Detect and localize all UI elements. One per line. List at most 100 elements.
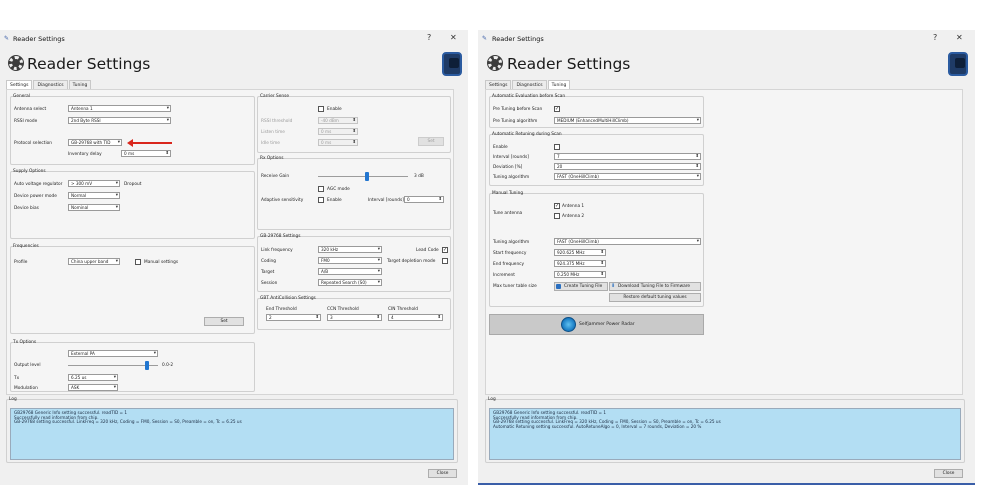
- window-title: Reader Settings: [13, 35, 65, 43]
- radar-label: Selfjammer Power Radar: [579, 322, 635, 327]
- rssi-threshold-input[interactable]: -40 dBm: [318, 117, 358, 124]
- tx-select[interactable]: 6.25 us: [68, 374, 118, 381]
- antenna1-label: Antenna 1: [562, 204, 585, 209]
- help-button[interactable]: ?: [933, 33, 937, 42]
- radar-icon: [561, 317, 576, 332]
- increment-label: Increment: [493, 273, 515, 278]
- pre-tuning-label: Pre Tuning before Scan: [493, 107, 543, 112]
- listen-time-input[interactable]: 0 ms: [318, 128, 358, 135]
- tab-tuning[interactable]: Tuning: [68, 80, 92, 89]
- cin-threshold-input[interactable]: 4: [388, 314, 443, 321]
- start-frequency-input[interactable]: 920.625 MHz: [554, 249, 606, 256]
- tab-diagnostics[interactable]: Diagnostics: [33, 80, 68, 89]
- tuning-algorithm-select[interactable]: FAST (OneHillClimb): [554, 173, 701, 180]
- window-close-button[interactable]: ✕: [956, 33, 963, 42]
- pre-tuning-algorithm-label: Pre Tuning algorithm: [493, 119, 538, 124]
- auto-before-scan-group: Automatic Evaluation before Scan Pre Tun…: [489, 94, 704, 128]
- agc-mode-checkbox[interactable]: [318, 186, 324, 192]
- output-level-slider-handle[interactable]: [145, 361, 149, 370]
- antenna-label: Antenna select: [14, 107, 47, 112]
- rssi-select[interactable]: 2nd Byte RSSI: [68, 117, 171, 124]
- manual-tuning-group: Manual Tuning Tune antenna ✓ Antenna 1 A…: [489, 191, 704, 307]
- antenna2-checkbox[interactable]: [554, 213, 560, 219]
- selfjammer-radar-button[interactable]: Selfjammer Power Radar: [489, 314, 704, 335]
- group-title: Carrier Sense: [260, 94, 290, 99]
- antenna-select[interactable]: Antenna 1: [68, 105, 171, 112]
- group-title: Tx Options: [13, 340, 37, 345]
- lead-code-checkbox[interactable]: ✓: [442, 247, 448, 253]
- retune-enable-label: Enable: [493, 145, 508, 150]
- link-frequency-select[interactable]: 320 kHz: [318, 246, 382, 253]
- log-group: Log GB29768 Generic Info setting success…: [485, 397, 965, 463]
- auto-during-scan-group: Automatic Retuning during Scan Enable In…: [489, 132, 704, 186]
- window-close-button[interactable]: ✕: [450, 33, 457, 42]
- profile-label: Profile: [14, 260, 28, 265]
- interval-input[interactable]: 7: [554, 153, 701, 160]
- pa-select[interactable]: External PA: [68, 350, 158, 357]
- close-button[interactable]: Close: [428, 469, 457, 478]
- log-output[interactable]: GB29768 Generic Info setting successful.…: [489, 408, 961, 460]
- tx-options-group: Tx Options External PA Output level 0.0-…: [10, 340, 255, 392]
- tab-settings[interactable]: Settings: [485, 80, 512, 89]
- restore-defaults-button[interactable]: Restore default tuning values: [609, 293, 701, 302]
- idle-time-label: Idle time: [261, 141, 280, 146]
- tab-settings[interactable]: Settings: [6, 80, 33, 89]
- end-frequency-input[interactable]: 924.375 MHz: [554, 260, 606, 267]
- interval-input[interactable]: 0: [404, 196, 444, 203]
- pre-tuning-checkbox[interactable]: ✓: [554, 106, 560, 112]
- receive-gain-slider[interactable]: [318, 176, 408, 177]
- manual-settings-checkbox[interactable]: [135, 259, 141, 265]
- supply-options-group: Supply Options Auto voltage regulator > …: [10, 169, 255, 239]
- manual-algorithm-select[interactable]: FAST (OneHillClimb): [554, 238, 701, 245]
- carrier-enable-checkbox[interactable]: [318, 106, 324, 112]
- target-select[interactable]: A/B: [318, 268, 382, 275]
- profile-select[interactable]: China upper band: [68, 258, 120, 265]
- rssi-label: RSSI mode: [14, 119, 38, 124]
- device-bias-label: Device bias: [14, 206, 39, 211]
- window-title: Reader Settings: [492, 35, 544, 43]
- tx-label: Tx: [14, 376, 20, 381]
- adaptive-enable-checkbox[interactable]: [318, 197, 324, 203]
- end-threshold-input[interactable]: 2: [266, 314, 321, 321]
- target-depletion-checkbox[interactable]: [442, 258, 448, 264]
- receive-gain-slider-handle[interactable]: [365, 172, 369, 181]
- tab-tuning[interactable]: Tuning: [547, 80, 571, 89]
- group-title: Automatic Evaluation before Scan: [492, 94, 566, 99]
- coding-select[interactable]: FM0: [318, 257, 382, 264]
- tab-diagnostics[interactable]: Diagnostics: [512, 80, 547, 89]
- red-arrow-annotation: [127, 139, 172, 147]
- carrier-set-button[interactable]: Set: [418, 137, 444, 146]
- session-select[interactable]: Repeated Search (S0): [318, 279, 382, 286]
- manual-settings-label: Manual settings: [144, 260, 179, 265]
- log-output[interactable]: GB29768 Generic Info setting successful.…: [10, 408, 454, 460]
- device-power-select[interactable]: Normal: [68, 192, 120, 199]
- antenna1-checkbox[interactable]: ✓: [554, 203, 560, 209]
- frequencies-set-button[interactable]: Set: [204, 317, 244, 326]
- interval-label: Interval [rounds]: [368, 198, 404, 203]
- receive-gain-label: Receive Gain: [261, 174, 290, 179]
- device-bias-select[interactable]: Nominal: [68, 204, 120, 211]
- ccn-threshold-label: CCN Threshold: [327, 307, 359, 312]
- increment-input[interactable]: 0.250 MHz: [554, 271, 606, 278]
- auto-voltage-select[interactable]: > 300 mV: [68, 180, 120, 187]
- target-label: Target: [261, 270, 275, 275]
- inventory-delay-input[interactable]: 0 ms: [121, 150, 171, 157]
- deviation-input[interactable]: 20: [554, 163, 701, 170]
- tab-bar: Settings Diagnostics Tuning: [485, 80, 571, 89]
- manual-algorithm-label: Tuning algorithm: [493, 240, 530, 245]
- pre-tuning-algorithm-select[interactable]: MEDIUM (EnhancedMultiHillClimb): [554, 117, 701, 124]
- create-tuning-file-button[interactable]: Create Tuning File: [554, 282, 608, 291]
- ccn-threshold-input[interactable]: 3: [327, 314, 382, 321]
- download-tuning-file-button[interactable]: Download Tuning File to Firmware: [609, 282, 701, 291]
- gb29768-settings-group: GB-29768 Settings Link frequency 320 kHz…: [257, 234, 451, 292]
- group-title: Manual Tuning: [492, 191, 524, 196]
- modulation-select[interactable]: ASK: [68, 384, 118, 391]
- target-depletion-label: Target depletion mode: [387, 259, 436, 264]
- group-title: Supply Options: [13, 169, 46, 174]
- idle-time-input[interactable]: 0 ms: [318, 139, 358, 146]
- retune-enable-checkbox[interactable]: [554, 144, 560, 150]
- protocol-select[interactable]: GB-29768 with TID: [68, 139, 122, 146]
- close-button[interactable]: Close: [934, 469, 963, 478]
- carrier-sense-group: Carrier Sense Enable RSSI threshold -40 …: [257, 94, 451, 153]
- help-button[interactable]: ?: [427, 33, 431, 42]
